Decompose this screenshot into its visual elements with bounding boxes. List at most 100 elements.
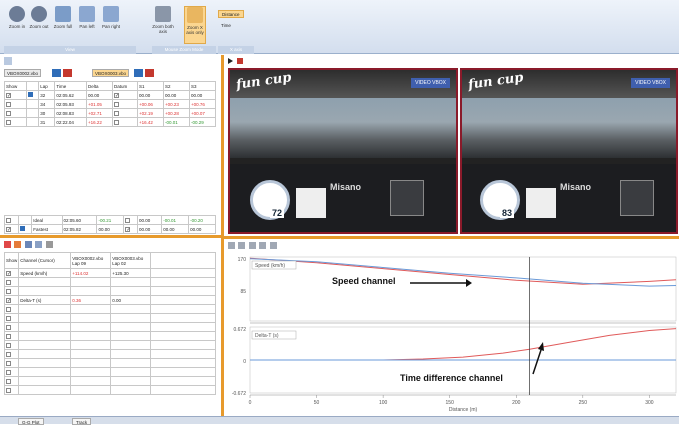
ribbon-button-zoom-out[interactable]: Zoom out	[28, 6, 50, 44]
table-row[interactable]	[3, 304, 216, 314]
ribbon-button-zoom-in[interactable]: Zoom in	[6, 6, 28, 44]
file-tab-vbox0003[interactable]: VBOX0003.vbo	[92, 69, 130, 77]
datum-checkbox[interactable]	[125, 226, 131, 232]
ribbon-button-pan-left[interactable]: Pan left	[76, 6, 98, 44]
table-row[interactable]	[3, 277, 216, 287]
header-time[interactable]: Time	[54, 81, 87, 91]
x-mode-distance-button[interactable]: Distance	[218, 10, 244, 18]
ribbon-button-zoom-full[interactable]: Zoom full	[52, 6, 74, 44]
close-file-icon[interactable]	[145, 69, 154, 77]
summary-s1: 00.00	[136, 215, 163, 225]
lap-color-swatch[interactable]	[27, 92, 33, 97]
save-icon[interactable]	[52, 69, 61, 77]
show-checkbox[interactable]	[6, 324, 11, 330]
x-tick-label: 50	[314, 400, 320, 406]
table-row[interactable]	[3, 286, 216, 296]
file-tab-vbox0002[interactable]: VBOX0002.vbo	[4, 69, 42, 77]
lap-s3: 00.00	[188, 90, 217, 100]
table-row[interactable]	[3, 322, 216, 332]
table-row[interactable]: 31 02:22.04 +16.22 +16.42 -00.01 -00.29	[4, 117, 217, 127]
header-s1[interactable]: S1	[136, 81, 164, 91]
table-row[interactable]	[3, 331, 216, 341]
export-icon[interactable]	[269, 242, 277, 249]
show-checkbox[interactable]	[6, 217, 11, 223]
x-tick-label: 250	[579, 400, 588, 406]
header-lap[interactable]: Lap	[38, 81, 56, 91]
table-row[interactable]: Speed (km/h) +114.02 +125.30	[3, 268, 216, 278]
show-checkbox[interactable]	[6, 101, 11, 107]
show-checkbox[interactable]	[6, 92, 11, 98]
show-checkbox[interactable]	[6, 342, 11, 348]
table-row[interactable]	[3, 367, 216, 377]
show-checkbox[interactable]	[6, 110, 11, 116]
datum-checkbox[interactable]	[125, 217, 131, 223]
datum-checkbox[interactable]	[113, 92, 119, 98]
play-icon[interactable]	[228, 58, 233, 64]
header-datum[interactable]: Datum	[111, 81, 138, 91]
header-s2[interactable]: S2	[162, 81, 190, 91]
table-row[interactable]	[3, 358, 216, 368]
add-channel-icon[interactable]	[4, 241, 11, 248]
channel-panel: Show Channel (Cursor) VBOX0002.vbo Lap 0…	[0, 238, 221, 416]
show-checkbox[interactable]	[6, 378, 11, 384]
panel-menu-icon[interactable]	[4, 57, 12, 65]
settings-icon[interactable]	[45, 241, 53, 248]
show-checkbox[interactable]	[6, 279, 11, 285]
show-checkbox[interactable]	[6, 288, 11, 294]
channel-graph[interactable]: 170850.6720-0.6720 50 100 150 200 250 300Dista…	[224, 251, 679, 416]
ribbon-button-zoom-both[interactable]: Zoom both axis	[152, 6, 174, 44]
show-checkbox[interactable]	[6, 333, 11, 339]
show-checkbox[interactable]	[6, 119, 11, 125]
lap-color-swatch[interactable]	[19, 226, 25, 231]
summary-s3: 00.00	[188, 224, 216, 234]
zoom-icon[interactable]	[228, 242, 235, 249]
header-delta[interactable]: Delta	[85, 81, 113, 91]
table-row[interactable]: 30 02:08.83 +02.71 +02.19 +00.28 +00.07	[4, 108, 217, 118]
table-row[interactable]: 32 02:05.62 00.00 00.00 00.00 00.00	[4, 90, 217, 100]
lap-s2: 00.00	[162, 90, 190, 100]
table-row[interactable]: Ideal 02:05.60 -00.21 00.00 -00.01 -00.2…	[4, 215, 216, 225]
table-row[interactable]: 34 02:05.93 +01.05 +00.06 +00.23 +00.76	[4, 99, 217, 109]
ribbon-button-zoom-x[interactable]: Zoom X axis only	[184, 6, 206, 44]
table-row[interactable]	[3, 349, 216, 359]
status-bar: G-G Plot Track	[0, 416, 679, 425]
table-row[interactable]: Fastest 02:05.82 00.00 00.00 00.00 00.00	[4, 224, 216, 234]
table-row[interactable]	[3, 340, 216, 350]
table-row[interactable]: Delta-T (s) 0.36 0.00	[3, 295, 216, 305]
table-row[interactable]	[3, 313, 216, 323]
datum-checkbox[interactable]	[113, 119, 119, 125]
video-player-2[interactable]: fun cup VIDEO VBOX 83 Misano	[460, 68, 678, 234]
ribbon-button-label: Pan right	[101, 24, 120, 29]
show-checkbox[interactable]	[6, 360, 11, 366]
show-checkbox[interactable]	[6, 270, 11, 276]
save-icon[interactable]	[134, 69, 143, 77]
show-checkbox[interactable]	[6, 297, 11, 303]
channel-value-2: +125.30	[110, 268, 152, 278]
show-checkbox[interactable]	[6, 306, 11, 312]
show-checkbox[interactable]	[6, 387, 11, 393]
pan-icon[interactable]	[238, 242, 246, 249]
datum-checkbox[interactable]	[113, 101, 119, 107]
lap-table-panel: VBOX0002.vbo VBOX0003.vbo Show Lap Time …	[0, 55, 221, 235]
cursor-icon[interactable]	[248, 242, 256, 249]
table-row[interactable]	[3, 385, 216, 395]
x-mode-time-button[interactable]: Time	[218, 22, 234, 30]
show-checkbox[interactable]	[6, 226, 11, 232]
datum-checkbox[interactable]	[113, 110, 119, 116]
video-player-1[interactable]: fun cup VIDEO VBOX 72 Misano	[228, 68, 458, 234]
show-checkbox[interactable]	[6, 315, 11, 321]
ribbon-button-pan-right[interactable]: Pan right	[100, 6, 122, 44]
zoom-x-icon	[187, 7, 203, 23]
stop-icon[interactable]	[237, 58, 243, 64]
header-file1: VBOX0002.vbo Lap 09	[70, 252, 112, 269]
remove-channel-icon[interactable]	[14, 241, 22, 248]
grid-icon[interactable]	[259, 242, 267, 249]
move-down-icon[interactable]	[35, 241, 43, 248]
show-checkbox[interactable]	[6, 369, 11, 375]
header-s3[interactable]: S3	[188, 81, 217, 91]
show-checkbox[interactable]	[6, 351, 11, 357]
move-up-icon[interactable]	[24, 241, 32, 248]
table-row[interactable]	[3, 376, 216, 386]
pan-left-icon	[79, 6, 95, 22]
close-file-icon[interactable]	[63, 69, 72, 77]
